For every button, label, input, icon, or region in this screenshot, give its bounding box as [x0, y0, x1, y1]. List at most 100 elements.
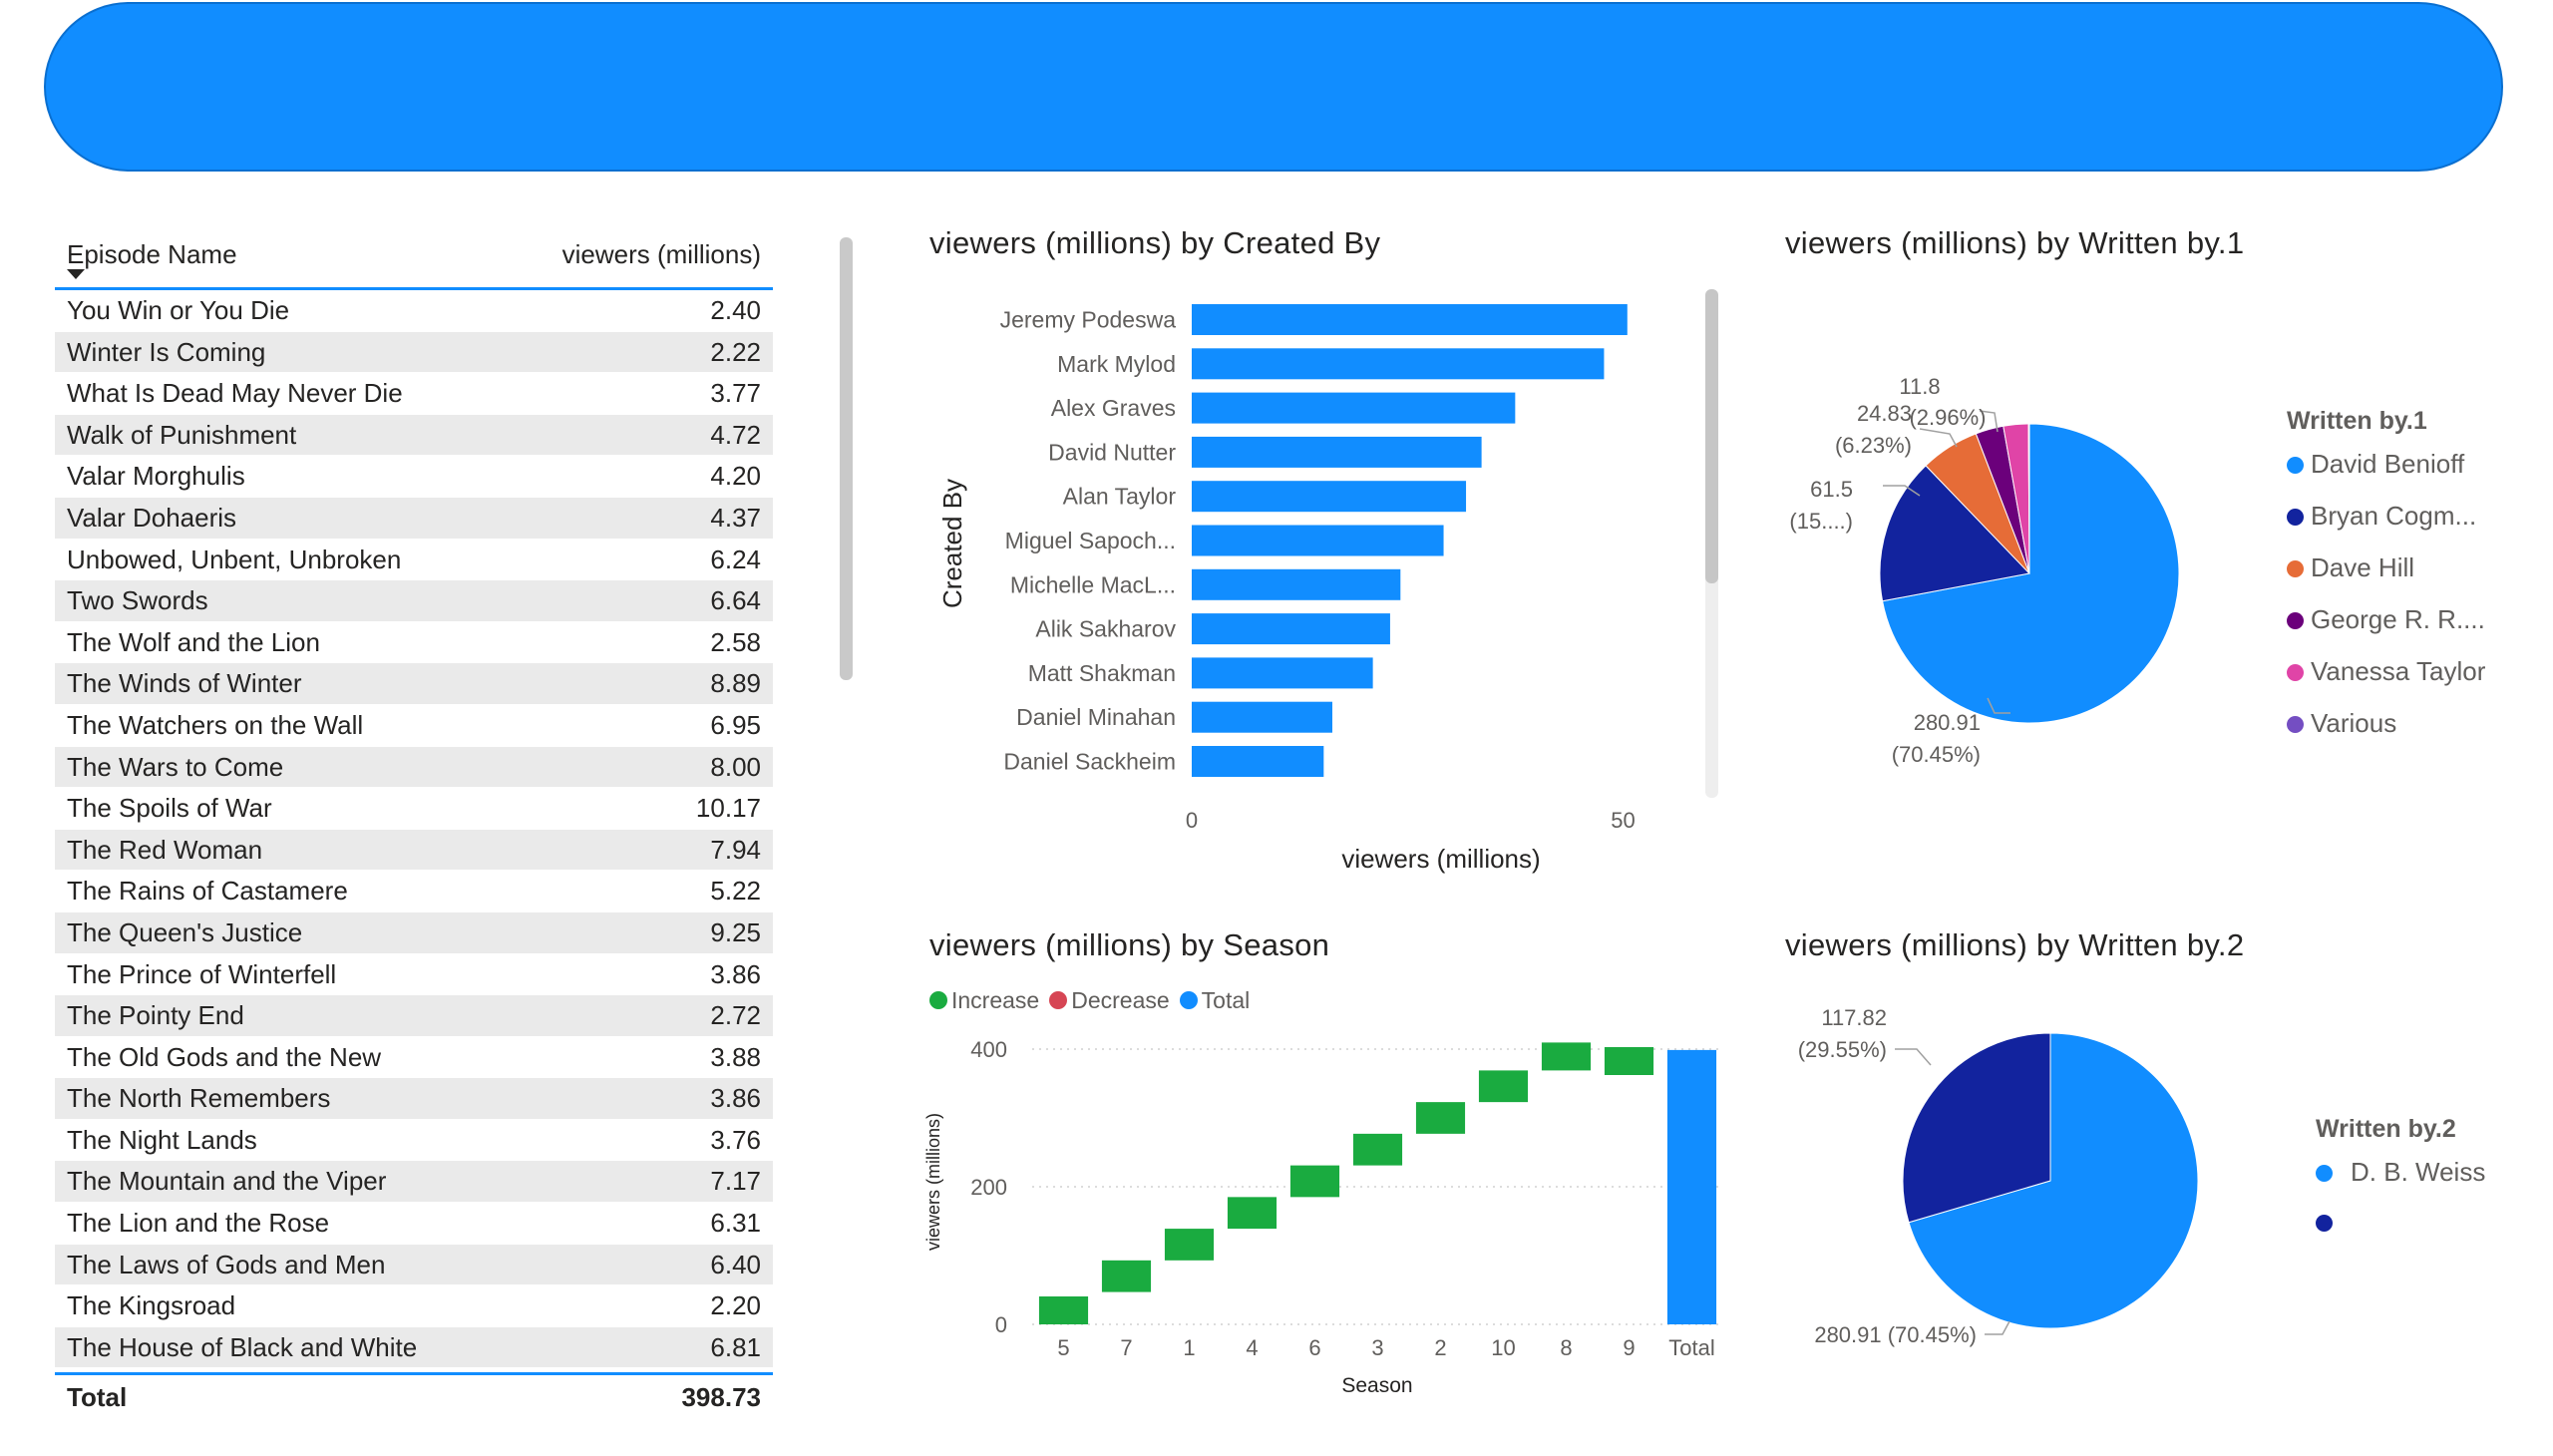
column-header-viewers[interactable]: viewers (millions) [562, 239, 761, 270]
table-row[interactable]: The Watchers on the Wall 6.95 [55, 705, 773, 747]
episode-name-cell: The Mountain and the Viper [67, 1166, 387, 1197]
bar-chart-created-by: Jeremy Podeswa Mark Mylod Alex Graves David… [937, 289, 1718, 874]
table-row[interactable]: The Kingsroad 2.20 [55, 1285, 773, 1327]
bar[interactable] [1192, 613, 1390, 645]
bar[interactable] [1192, 525, 1444, 556]
waterfall-increase-bar[interactable] [1415, 1102, 1466, 1134]
waterfall-legend-item[interactable]: Total [1179, 987, 1250, 1013]
legend-item[interactable]: George R. R.... [2287, 604, 2485, 635]
table-row[interactable]: What Is Dead May Never Die 3.77 [55, 373, 773, 415]
waterfall-legend-item[interactable]: Increase [929, 987, 1039, 1013]
legend-label: Increase [951, 987, 1040, 1013]
viewers-cell: 8.89 [710, 668, 761, 699]
waterfall-total-bar[interactable] [1666, 1049, 1717, 1324]
table-row[interactable]: The Spoils of War 10.17 [55, 788, 773, 830]
sort-descending-icon[interactable] [67, 269, 85, 279]
total-label: Total [67, 1382, 128, 1413]
x-tick-label: 0 [1186, 808, 1198, 833]
legend-item[interactable]: Various [2287, 708, 2396, 739]
total-value: 398.73 [681, 1382, 761, 1413]
bar[interactable] [1192, 304, 1628, 335]
table-row[interactable]: The Pointy End 2.72 [55, 995, 773, 1037]
table-row[interactable]: The Wolf and the Lion 2.58 [55, 622, 773, 664]
episode-name-cell: The Prince of Winterfell [67, 958, 337, 989]
table-row[interactable]: The Lion and the Rose 6.31 [55, 1203, 773, 1245]
bar-category-label: David Nutter [1048, 439, 1176, 465]
table-row[interactable]: The Mountain and the Viper 7.17 [55, 1161, 773, 1204]
bar[interactable] [1192, 568, 1401, 600]
waterfall-increase-bar[interactable] [1101, 1260, 1152, 1292]
legend-item[interactable]: David Benioff [2287, 449, 2464, 480]
table-row[interactable]: The Laws of Gods and Men 6.40 [55, 1244, 773, 1286]
x-tick-label: 4 [1246, 1335, 1258, 1360]
y-tick-label: 0 [995, 1312, 1007, 1337]
table-row[interactable]: The Queen's Justice 9.25 [55, 911, 773, 954]
table-row[interactable]: Unbowed, Unbent, Unbroken 6.24 [55, 540, 773, 581]
table-row[interactable]: The Rains of Castamere 5.22 [55, 871, 773, 912]
waterfall-legend-item[interactable]: Decrease [1049, 987, 1170, 1013]
viewers-cell: 2.40 [710, 295, 761, 325]
waterfall-increase-bar[interactable] [1164, 1229, 1215, 1261]
bar[interactable] [1192, 701, 1332, 733]
bar-category-label: Daniel Sackheim [1003, 749, 1176, 775]
legend-marker-icon [2316, 1215, 2333, 1232]
x-tick-label: 8 [1560, 1335, 1572, 1360]
bar[interactable] [1192, 481, 1467, 513]
legend-marker-icon [1049, 991, 1068, 1009]
waterfall-increase-bar[interactable] [1478, 1070, 1529, 1103]
table-row[interactable]: The Wars to Come 8.00 [55, 746, 773, 789]
bar[interactable] [1192, 657, 1373, 689]
legend-label: Decrease [1071, 987, 1170, 1013]
episode-name-cell: The House of Black and White [67, 1331, 418, 1362]
waterfall-increase-bar[interactable] [1541, 1042, 1592, 1071]
legend-item[interactable]: D. B. Weiss [2316, 1157, 2485, 1188]
table-row[interactable]: The Prince of Winterfell 3.86 [55, 954, 773, 996]
table-row[interactable]: The House of Black and White 6.81 [55, 1326, 773, 1369]
legend-label: Vanessa Taylor [2311, 656, 2486, 686]
bar[interactable] [1192, 436, 1482, 468]
table-row[interactable]: Two Swords 6.64 [55, 580, 773, 622]
bar-chart-title: viewers (millions) by Created By [929, 225, 1381, 260]
legend-item[interactable]: Bryan Cogm... [2287, 501, 2476, 532]
table-row[interactable]: The Night Lands 3.76 [55, 1120, 773, 1162]
bar[interactable] [1192, 392, 1516, 424]
waterfall-increase-bar[interactable] [1352, 1133, 1403, 1166]
legend-marker-icon [2287, 560, 2304, 577]
waterfall-increase-bar[interactable] [1289, 1165, 1340, 1198]
bar-category-label: Mark Mylod [1057, 351, 1176, 377]
legend-item[interactable] [2316, 1207, 2351, 1238]
episode-name-cell: The Queen's Justice [67, 916, 303, 947]
legend-item[interactable]: Dave Hill [2287, 552, 2414, 583]
column-header-episode-name[interactable]: Episode Name [67, 239, 237, 270]
episode-name-cell: The Laws of Gods and Men [67, 1249, 386, 1279]
pie-data-label: 280.91 [1914, 710, 1981, 735]
table-row[interactable]: The North Remembers 3.86 [55, 1078, 773, 1120]
legend-item[interactable]: Vanessa Taylor [2287, 656, 2485, 687]
legend-label: D. B. Weiss [2351, 1157, 2486, 1187]
table-scrollbar[interactable] [840, 237, 853, 680]
bar[interactable] [1192, 746, 1324, 777]
bar-chart-scrollbar[interactable] [1705, 289, 1718, 583]
episodes-table: Episode Name viewers (millions) You Win … [55, 229, 773, 1421]
leader-line [1985, 1320, 2010, 1335]
table-row[interactable]: The Old Gods and the New 3.88 [55, 1037, 773, 1079]
x-tick-label: 7 [1120, 1335, 1132, 1360]
legend-label: George R. R.... [2311, 604, 2485, 634]
waterfall-increase-bar[interactable] [1604, 1047, 1654, 1075]
waterfall-increase-bar[interactable] [1227, 1197, 1277, 1230]
viewers-cell: 4.37 [710, 502, 761, 533]
table-row[interactable]: Valar Morghulis 4.20 [55, 456, 773, 498]
table-row[interactable]: The Winds of Winter 8.89 [55, 663, 773, 705]
legend-label: David Benioff [2311, 449, 2465, 479]
table-row[interactable]: Walk of Punishment 4.72 [55, 414, 773, 457]
bar[interactable] [1192, 348, 1605, 380]
table-row[interactable]: You Win or You Die 2.40 [55, 290, 773, 332]
table-row[interactable]: Valar Dohaeris 4.37 [55, 497, 773, 540]
waterfall-increase-bar[interactable] [1038, 1296, 1089, 1324]
table-row[interactable]: Winter Is Coming 2.22 [55, 331, 773, 374]
viewers-cell: 7.94 [710, 834, 761, 865]
episode-name-cell: The Wars to Come [67, 751, 284, 782]
viewers-cell: 6.31 [710, 1208, 761, 1239]
table-row[interactable]: The Red Woman 7.94 [55, 829, 773, 872]
x-tick-label: 6 [1308, 1335, 1320, 1360]
